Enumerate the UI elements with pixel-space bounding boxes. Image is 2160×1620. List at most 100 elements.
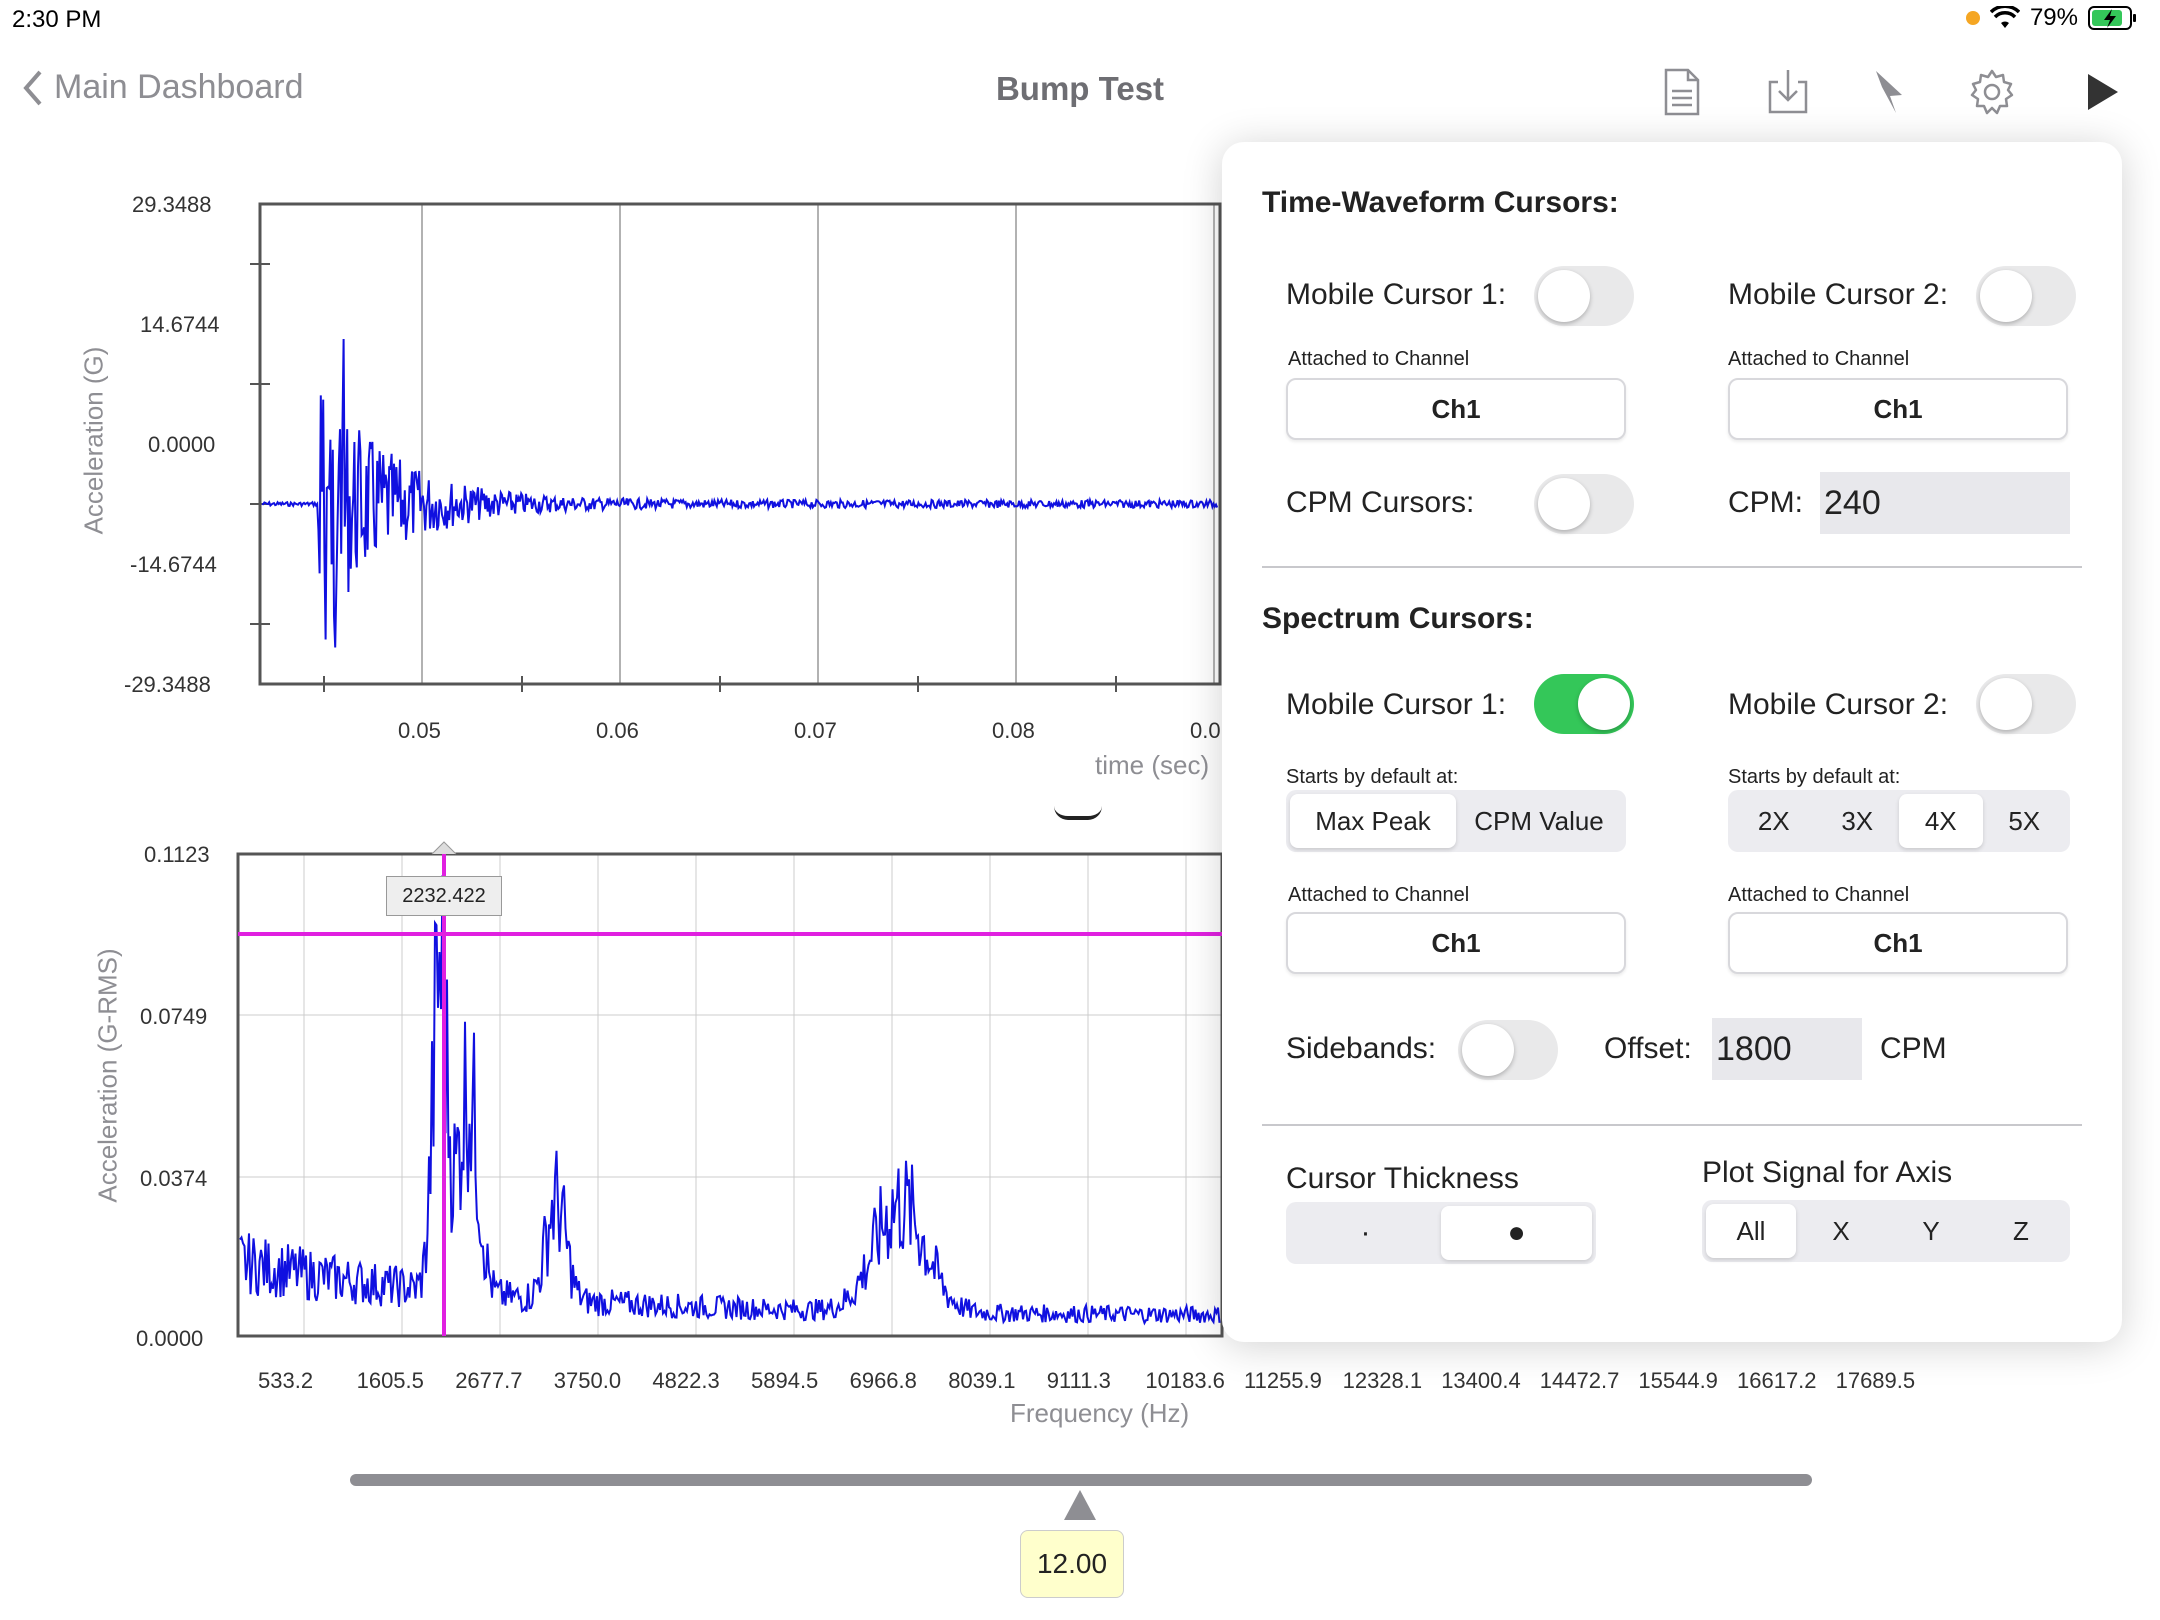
spectrum-grid (238, 854, 1222, 1336)
tw-mobile-cursor-2-toggle[interactable] (1976, 266, 2076, 326)
sp-mobile-cursor-1-label: Mobile Cursor 1: (1286, 688, 1507, 721)
sp-mobile-cursor-1-toggle[interactable] (1534, 674, 1634, 734)
spectrum-x-tick: 15544.9 (1638, 1368, 1718, 1393)
sp-section-title: Spectrum Cursors: (1262, 602, 1534, 635)
sp-starts-label-1: Starts by default at: (1286, 766, 1459, 788)
gear-icon (1970, 69, 2014, 115)
start-max-peak-option[interactable]: Max Peak (1290, 794, 1456, 848)
offset-input[interactable]: 1800 (1712, 1018, 1862, 1080)
sp-mobile-cursor-2-toggle[interactable] (1976, 674, 2076, 734)
tw-mobile-cursor-1-label: Mobile Cursor 1: (1286, 278, 1507, 311)
cpm-cursors-label: CPM Cursors: (1286, 486, 1475, 519)
sp-starts-label-2: Starts by default at: (1728, 766, 1901, 788)
sp-mobile-cursor-2-label: Mobile Cursor 2: (1728, 688, 1949, 721)
start-cpm-value-option[interactable]: CPM Value (1456, 794, 1622, 848)
offset-label: Offset: (1604, 1032, 1692, 1065)
sidebands-toggle[interactable] (1458, 1020, 1558, 1080)
axis-z-option[interactable]: Z (1976, 1204, 2066, 1258)
cursor-marker-icon (431, 841, 457, 855)
axis-all-option[interactable]: All (1706, 1204, 1796, 1258)
document-icon (1664, 68, 1700, 116)
waveform-x-axis-title: time (sec) (1095, 750, 1210, 780)
spectrum-x-tick: 2677.7 (455, 1368, 523, 1393)
spectrum-x-tick: 12328.1 (1342, 1368, 1423, 1393)
cursor-tool-button[interactable] (1858, 62, 1918, 122)
tw-mobile-cursor-1-toggle[interactable] (1534, 266, 1634, 326)
cursor-thickness-label: Cursor Thickness (1286, 1162, 1519, 1195)
drag-handle[interactable] (1054, 806, 1102, 820)
thickness-thick-option[interactable]: ● (1441, 1206, 1592, 1260)
harmonic-4x-option[interactable]: 4X (1899, 794, 1983, 848)
spectrum-x-tick: 533.2 (258, 1368, 314, 1393)
sp-attached-label-1: Attached to Channel (1288, 884, 1470, 906)
waveform-trace (261, 338, 1219, 648)
spectrum-x-tick: 3750.0 (553, 1368, 622, 1393)
settings-button[interactable] (1962, 62, 2022, 122)
waveform-plot-frame (258, 202, 1222, 686)
cpm-input[interactable]: 240 (1820, 472, 2070, 534)
axis-segmented: All X Y Z (1702, 1200, 2070, 1262)
pointer-icon (1876, 71, 1902, 113)
waveform-grid (421, 204, 1215, 684)
sp-channel-1-button[interactable]: Ch1 (1286, 912, 1626, 974)
recording-indicator-icon (1965, 11, 1980, 25)
spectrum-x-tick: 13400.4 (1441, 1368, 1521, 1393)
section-divider (1262, 1124, 2082, 1126)
spectrum-x-tick: 17689.5 (1835, 1368, 1916, 1393)
spectrum-x-tick: 1605.5 (356, 1368, 424, 1393)
cpm-cursors-toggle[interactable] (1534, 474, 1634, 534)
harmonic-3x-option[interactable]: 3X (1816, 794, 1900, 848)
tw-channel-2-button[interactable]: Ch1 (1728, 378, 2068, 440)
start-mode-segmented: Max Peak CPM Value (1286, 790, 1626, 852)
waveform-x-tick: 0.07 (794, 718, 837, 743)
spectrum-x-tick: 11255.9 (1244, 1368, 1322, 1393)
popover-arrow (1862, 116, 1914, 144)
spectrum-x-tick: 14472.7 (1539, 1368, 1620, 1393)
play-icon (2088, 74, 2118, 110)
status-indicators: 79% (1965, 4, 2138, 32)
slider-value: 12.00 (1020, 1530, 1124, 1598)
cursor-settings-popover: Time-Waveform Cursors: Mobile Cursor 1: … (1222, 142, 2122, 1342)
page-title: Bump Test (995, 70, 1165, 107)
tw-section-title: Time-Waveform Cursors: (1262, 186, 1619, 219)
cursor-value-label: 2232.422 (386, 876, 502, 916)
spectrum-x-tick: 8039.1 (948, 1368, 1016, 1393)
spectrum-x-tick: 6966.8 (849, 1368, 917, 1393)
tw-mobile-cursor-2-label: Mobile Cursor 2: (1728, 278, 1949, 311)
spectrum-chart[interactable]: Acceleration (G-RMS) 0.1123 0.0749 0.037… (0, 840, 1915, 1440)
download-button[interactable] (1758, 62, 1818, 122)
tw-attached-label-1: Attached to Channel (1288, 348, 1470, 370)
spectrum-x-tick: 4822.3 (652, 1368, 720, 1393)
download-icon (1768, 70, 1808, 114)
spectrum-x-tick: 9111.3 (1046, 1368, 1111, 1393)
spectrum-trace (239, 875, 1221, 1326)
axis-y-option[interactable]: Y (1886, 1204, 1976, 1258)
harmonic-5x-option[interactable]: 5X (1983, 794, 2067, 848)
battery-percent: 79% (2029, 4, 2078, 31)
status-time: 2:30 PM (12, 6, 102, 33)
spectrum-x-tick: 5894.5 (751, 1368, 819, 1393)
tw-channel-1-button[interactable]: Ch1 (1286, 378, 1626, 440)
spectrum-x-tick: 16617.2 (1737, 1368, 1817, 1393)
waveform-x-tick: 0.06 (596, 718, 639, 743)
section-divider (1262, 566, 2082, 568)
waveform-x-tick: 0.05 (398, 718, 441, 743)
spectrum-x-tick: 10183.6 (1145, 1368, 1225, 1393)
battery-charging-icon (2088, 6, 2136, 30)
harmonic-segmented: 2X 3X 4X 5X (1728, 790, 2070, 852)
sidebands-label: Sidebands: (1286, 1032, 1437, 1065)
offset-unit: CPM (1880, 1032, 1947, 1065)
waveform-chart[interactable]: Acceleration (G) 29.3488 14.6744 0.0000 … (0, 180, 1240, 780)
cursor-thickness-segmented: · ● (1286, 1202, 1596, 1264)
report-button[interactable] (1652, 62, 1712, 122)
harmonic-2x-option[interactable]: 2X (1732, 794, 1816, 848)
slider-thumb-icon[interactable] (1064, 1490, 1096, 1520)
play-button[interactable] (2072, 62, 2132, 122)
spectrum-x-axis-title: Frequency (Hz) (1010, 1398, 1190, 1428)
zoom-slider-track[interactable] (350, 1474, 1812, 1486)
waveform-x-tick: 0.0 (1190, 718, 1221, 743)
waveform-x-tick: 0.08 (992, 718, 1035, 743)
thickness-thin-option[interactable]: · (1290, 1206, 1441, 1260)
axis-x-option[interactable]: X (1796, 1204, 1886, 1258)
sp-channel-2-button[interactable]: Ch1 (1728, 912, 2068, 974)
